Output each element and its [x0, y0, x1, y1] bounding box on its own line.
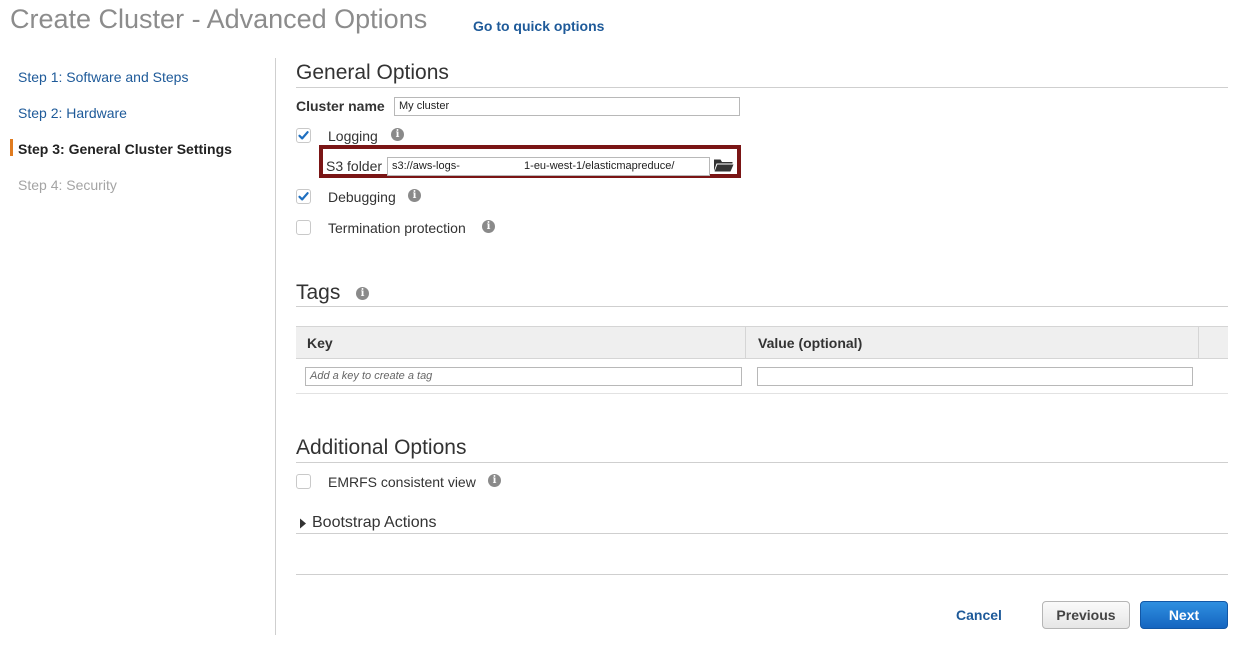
sidebar-step-general-cluster-settings: Step 3: General Cluster Settings: [18, 141, 232, 157]
tags-info-icon[interactable]: i: [356, 287, 369, 300]
tags-divider: [296, 306, 1228, 307]
column-divider: [1198, 327, 1199, 358]
tags-row-divider: [296, 393, 1228, 394]
tag-key-input[interactable]: Add a key to create a tag: [305, 367, 742, 386]
column-divider: [745, 327, 746, 358]
cluster-name-input[interactable]: My cluster: [394, 97, 740, 116]
general-options-divider: [296, 87, 1228, 88]
checkmark-icon: [298, 131, 309, 140]
previous-button[interactable]: Previous: [1042, 601, 1130, 629]
tags-value-column-header: Value (optional): [758, 335, 863, 351]
termination-protection-info-icon[interactable]: i: [482, 220, 495, 233]
termination-protection-checkbox[interactable]: [296, 220, 311, 235]
sidebar-step-software-and-steps[interactable]: Step 1: Software and Steps: [18, 69, 188, 85]
tags-title: Tags: [296, 281, 341, 304]
debugging-info-icon[interactable]: i: [408, 189, 421, 202]
s3-folder-input[interactable]: s3://aws-logs- 1-eu-west-1/elasticmapred…: [387, 157, 710, 176]
logging-info-icon[interactable]: i: [391, 128, 404, 141]
cancel-button[interactable]: Cancel: [956, 607, 1002, 623]
folder-open-icon[interactable]: [713, 157, 734, 178]
tags-key-column-header: Key: [307, 335, 333, 351]
checkmark-icon: [298, 192, 309, 201]
footer-divider: [296, 574, 1228, 575]
tag-value-input[interactable]: [757, 367, 1193, 386]
next-button[interactable]: Next: [1140, 601, 1228, 629]
logging-checkbox[interactable]: [296, 128, 311, 143]
debugging-label: Debugging: [328, 189, 396, 205]
additional-options-divider: [296, 462, 1228, 463]
bootstrap-actions-label: Bootstrap Actions: [312, 514, 437, 531]
general-options-title: General Options: [296, 61, 449, 84]
active-step-marker: [10, 139, 13, 156]
logging-label: Logging: [328, 128, 378, 144]
sidebar: Step 1: Software and Steps Step 2: Hardw…: [0, 58, 276, 635]
termination-protection-label: Termination protection: [328, 220, 466, 236]
page-title: Create Cluster - Advanced Options: [10, 4, 428, 34]
additional-options-title: Additional Options: [296, 436, 467, 459]
debugging-checkbox[interactable]: [296, 189, 311, 204]
emrfs-consistent-view-label: EMRFS consistent view: [328, 474, 476, 490]
caret-right-icon: [300, 518, 306, 529]
sidebar-step-hardware[interactable]: Step 2: Hardware: [18, 105, 127, 121]
emrfs-info-icon[interactable]: i: [488, 474, 501, 487]
emrfs-consistent-view-checkbox[interactable]: [296, 474, 311, 489]
s3-folder-label: S3 folder: [326, 158, 383, 174]
tags-table-header: Key Value (optional): [296, 326, 1228, 359]
sidebar-step-security: Step 4: Security: [18, 177, 117, 193]
bootstrap-divider: [296, 533, 1228, 534]
cluster-name-label: Cluster name: [296, 98, 385, 114]
go-to-quick-options-link[interactable]: Go to quick options: [473, 18, 604, 34]
